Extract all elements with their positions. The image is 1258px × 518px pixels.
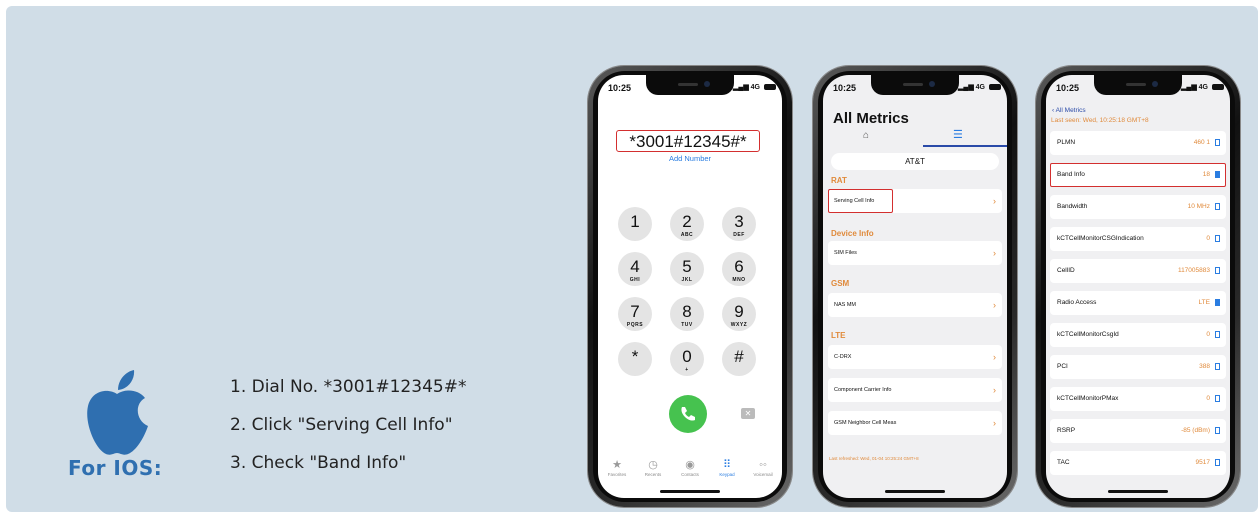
highlight-band-info bbox=[1050, 163, 1226, 187]
page-title: All Metrics bbox=[833, 110, 909, 127]
row-component-carrier-info[interactable]: Component Carrier Info › bbox=[828, 378, 1002, 402]
bookmark-icon[interactable] bbox=[1215, 203, 1220, 210]
dialer-tab-bar: ★ Favorites ◷ Recents ◉ Contacts ⠿ Keypad ◦◦… bbox=[598, 458, 782, 488]
dialed-number-display[interactable]: *3001#12345#* bbox=[616, 130, 760, 152]
row-sim-files[interactable]: SIM Files › bbox=[828, 241, 1002, 265]
add-number-link[interactable]: Add Number bbox=[598, 154, 782, 163]
bookmark-icon[interactable] bbox=[1215, 427, 1220, 434]
tab-voicemail[interactable]: ◦◦ Voicemail bbox=[746, 458, 780, 477]
phone-all-metrics: 10:25 ▂▄▆ 4G All Metrics ⌂ ☰ AT&T RAT Se… bbox=[813, 66, 1017, 507]
chevron-right-icon: › bbox=[993, 418, 996, 428]
list-icon[interactable]: ☰ bbox=[953, 128, 963, 141]
chevron-right-icon: › bbox=[993, 300, 996, 310]
section-rat: RAT bbox=[831, 176, 847, 185]
metric-row[interactable]: TAC 9517 bbox=[1050, 451, 1226, 475]
key-7[interactable]: 7 PQRS bbox=[618, 297, 652, 331]
metric-row[interactable]: Bandwidth 10 MHz bbox=[1050, 195, 1226, 219]
all-metrics-screen: 10:25 ▂▄▆ 4G All Metrics ⌂ ☰ AT&T RAT Se… bbox=[823, 75, 1007, 498]
voicemail-icon: ◦◦ bbox=[759, 459, 767, 471]
key-0[interactable]: 0 + bbox=[670, 342, 704, 376]
key-4[interactable]: 4 GHI bbox=[618, 252, 652, 286]
status-time: 10:25 bbox=[1056, 83, 1080, 93]
battery-icon bbox=[764, 84, 776, 90]
star-icon: ★ bbox=[612, 459, 622, 471]
home-icon[interactable]: ⌂ bbox=[863, 130, 869, 141]
bookmark-icon[interactable] bbox=[1215, 395, 1220, 402]
key-star[interactable]: * bbox=[618, 342, 652, 376]
instruction-steps: 1. Dial No. *3001#12345#* 2. Click "Serv… bbox=[230, 375, 466, 489]
section-lte: LTE bbox=[831, 331, 846, 340]
tab-keypad[interactable]: ⠿ Keypad bbox=[710, 458, 744, 477]
metric-row[interactable]: RSRP -85 (dBm) bbox=[1050, 419, 1226, 443]
back-button[interactable]: ‹ All Metrics bbox=[1052, 107, 1086, 114]
highlight-serving-cell-info bbox=[828, 189, 893, 213]
tab-recents[interactable]: ◷ Recents bbox=[636, 458, 670, 477]
key-2[interactable]: 2 ABC bbox=[670, 207, 704, 241]
status-time: 10:25 bbox=[608, 83, 632, 93]
battery-icon bbox=[989, 84, 1001, 90]
step-3: 3. Check "Band Info" bbox=[230, 453, 407, 473]
chevron-right-icon: › bbox=[993, 385, 996, 395]
serving-cell-info-screen: 10:25 ▂▄▆ 4G ‹ All Metrics Last seen: We… bbox=[1046, 75, 1230, 498]
metric-row[interactable]: PCI 388 bbox=[1050, 355, 1226, 379]
home-indicator bbox=[660, 490, 720, 493]
step-1: 1. Dial No. *3001#12345#* bbox=[230, 377, 467, 397]
tab-contacts[interactable]: ◉ Contacts bbox=[673, 458, 707, 477]
metric-row[interactable]: CellID 117005883 bbox=[1050, 259, 1226, 283]
tab-favorites[interactable]: ★ Favorites bbox=[600, 458, 634, 477]
last-refreshed-text: Last refreshed: Wed, 01-04 10:25:24 GMT+… bbox=[829, 456, 919, 461]
last-seen-text: Last seen: Wed, 10:25:18 GMT+8 bbox=[1051, 117, 1149, 124]
metric-row[interactable]: Radio Access LTE bbox=[1050, 291, 1226, 315]
delete-icon[interactable]: ✕ bbox=[741, 408, 755, 419]
key-3[interactable]: 3 DEF bbox=[722, 207, 756, 241]
phone-icon bbox=[681, 407, 695, 421]
chevron-right-icon: › bbox=[993, 196, 996, 206]
metric-row[interactable]: PLMN 460 1 bbox=[1050, 131, 1226, 155]
bookmark-icon[interactable] bbox=[1215, 267, 1220, 274]
step-2: 2. Click "Serving Cell Info" bbox=[230, 415, 453, 435]
bookmark-icon[interactable] bbox=[1215, 363, 1220, 370]
phone-serving-cell-info: 10:25 ▂▄▆ 4G ‹ All Metrics Last seen: We… bbox=[1036, 66, 1240, 507]
key-1[interactable]: 1 bbox=[618, 207, 652, 241]
home-indicator bbox=[1108, 490, 1168, 493]
keypad-icon: ⠿ bbox=[722, 459, 732, 471]
row-c-drx[interactable]: C-DRX › bbox=[828, 345, 1002, 369]
key-6[interactable]: 6 MNO bbox=[722, 252, 756, 286]
section-gsm: GSM bbox=[831, 279, 850, 288]
signal-icon: ▂▄▆ 4G bbox=[957, 84, 985, 91]
bookmark-icon[interactable] bbox=[1215, 235, 1220, 242]
bookmark-icon[interactable] bbox=[1215, 331, 1220, 338]
metric-row[interactable]: kCTCellMonitorCSGIndication 0 bbox=[1050, 227, 1226, 251]
call-button[interactable] bbox=[669, 395, 707, 433]
section-device-info: Device Info bbox=[831, 229, 874, 238]
phone-dialer: 10:25 ▂▄▆ 4G *3001#12345#* Add Number 1 … bbox=[588, 66, 792, 507]
platform-label: For IOS: bbox=[68, 456, 163, 480]
home-indicator bbox=[885, 490, 945, 493]
bookmark-icon[interactable] bbox=[1215, 459, 1220, 466]
carrier-selector[interactable]: AT&T bbox=[831, 153, 999, 170]
bookmark-filled-icon[interactable] bbox=[1215, 299, 1220, 306]
clock-icon: ◷ bbox=[648, 459, 658, 471]
row-gsm-neighbor-cell-meas[interactable]: GSM Neighbor Cell Meas › bbox=[828, 411, 1002, 435]
signal-icon: ▂▄▆ 4G bbox=[1180, 84, 1208, 91]
key-9[interactable]: 9 WXYZ bbox=[722, 297, 756, 331]
dialer-screen: 10:25 ▂▄▆ 4G *3001#12345#* Add Number 1 … bbox=[598, 75, 782, 498]
bookmark-icon[interactable] bbox=[1215, 139, 1220, 146]
status-time: 10:25 bbox=[833, 83, 857, 93]
chevron-right-icon: › bbox=[993, 248, 996, 258]
apple-logo-icon bbox=[87, 370, 148, 455]
key-hash[interactable]: # bbox=[722, 342, 756, 376]
metric-row[interactable]: kCTCellMonitorCsgId 0 bbox=[1050, 323, 1226, 347]
view-switcher: ⌂ ☰ bbox=[823, 128, 1007, 147]
key-8[interactable]: 8 TUV bbox=[670, 297, 704, 331]
chevron-right-icon: › bbox=[993, 352, 996, 362]
row-nas-mm[interactable]: NAS MM › bbox=[828, 293, 1002, 317]
battery-icon bbox=[1212, 84, 1224, 90]
key-5[interactable]: 5 JKL bbox=[670, 252, 704, 286]
person-icon: ◉ bbox=[685, 459, 695, 471]
metric-row[interactable]: kCTCellMonitorPMax 0 bbox=[1050, 387, 1226, 411]
signal-icon: ▂▄▆ 4G bbox=[732, 84, 760, 91]
